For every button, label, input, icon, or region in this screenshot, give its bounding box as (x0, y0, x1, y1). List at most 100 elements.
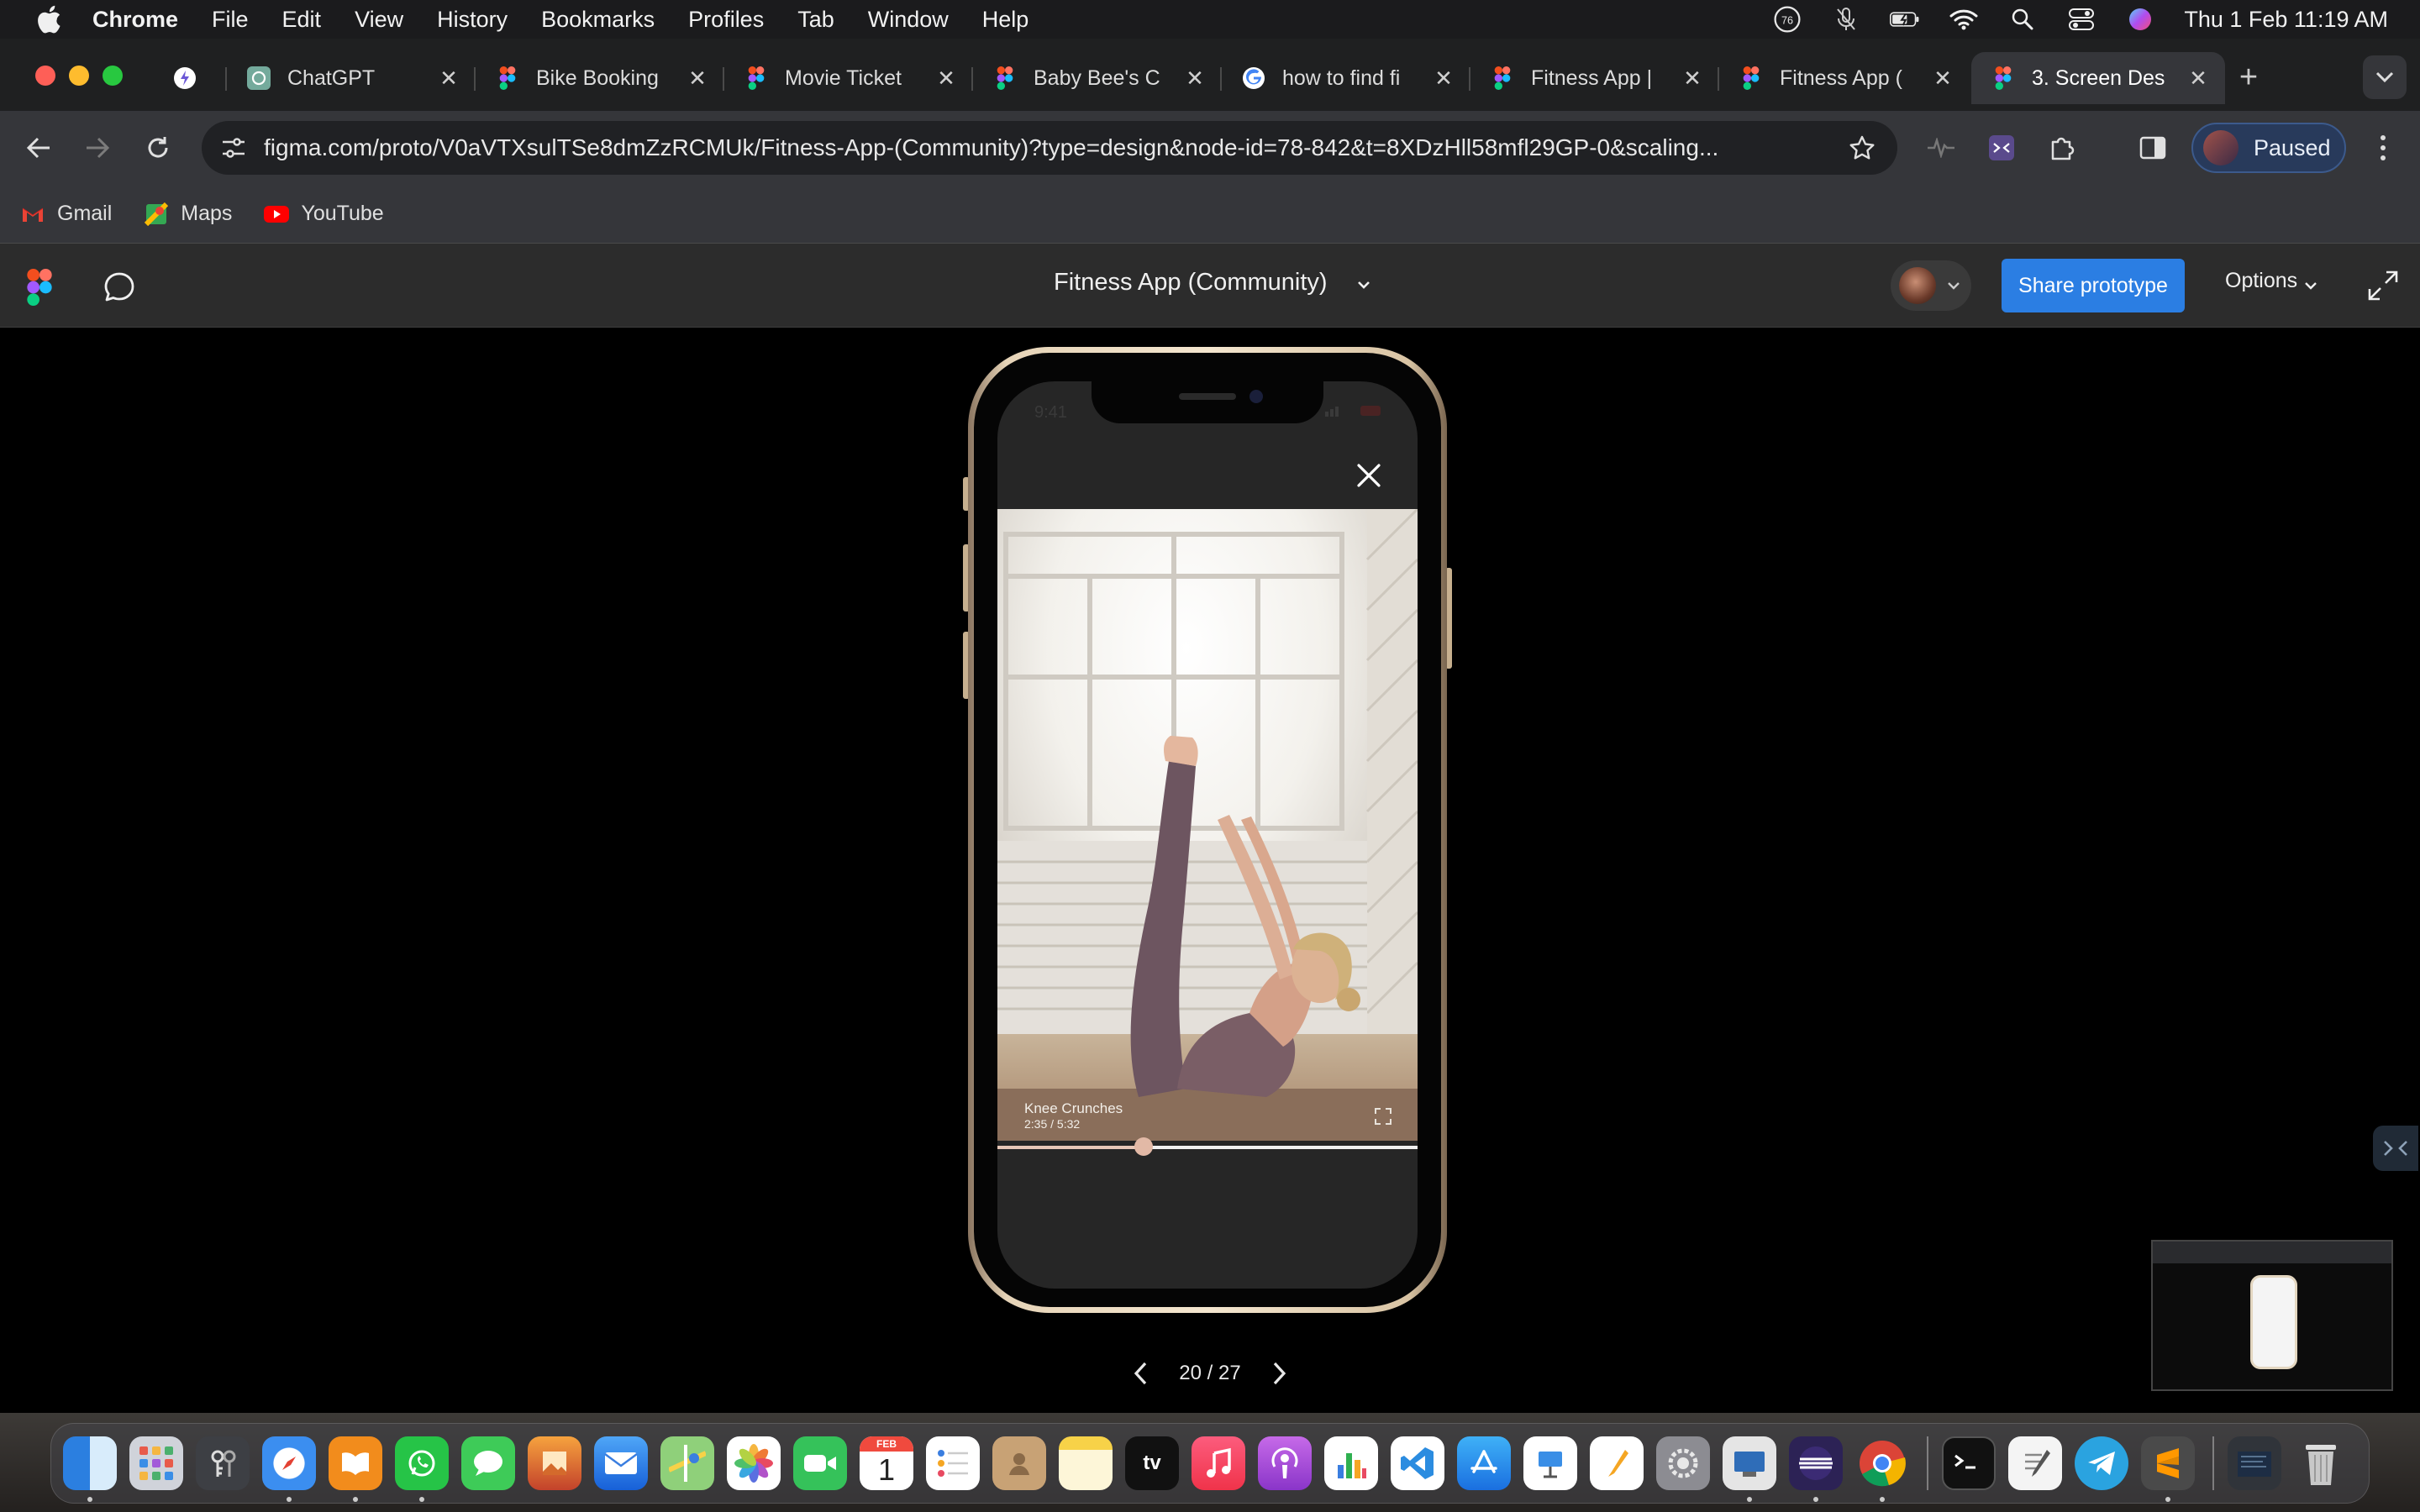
new-tab-button[interactable]: + (2232, 60, 2265, 94)
dock-system-settings-icon[interactable] (1656, 1436, 1710, 1490)
menu-view[interactable]: View (355, 7, 403, 33)
tab-bike-booking[interactable]: Bike Booking ✕ (476, 52, 724, 104)
tab-fitness-app-1[interactable]: Fitness App | ✕ (1470, 52, 1719, 104)
dock-trash-icon[interactable] (2294, 1436, 2348, 1490)
address-bar[interactable]: figma.com/proto/V0aVTXsulTSe8dmZzRCMUk/F… (202, 121, 1897, 175)
dock-reminders-icon[interactable] (926, 1436, 980, 1490)
dock-vscode-icon[interactable] (1391, 1436, 1444, 1490)
dock-keynote-icon[interactable] (1523, 1436, 1577, 1490)
mic-muted-icon[interactable] (1831, 7, 1861, 32)
dock-maps-icon[interactable] (660, 1436, 714, 1490)
dock-messages-icon[interactable] (461, 1436, 515, 1490)
dock-sublime-text-icon[interactable] (2141, 1436, 2195, 1502)
dock-preview-icon[interactable] (528, 1436, 581, 1490)
close-icon[interactable]: ✕ (1931, 66, 1954, 90)
dock-finder-icon[interactable] (63, 1436, 117, 1502)
dock-chrome-icon[interactable] (1855, 1436, 1909, 1502)
back-button[interactable] (17, 126, 60, 170)
close-video-icon[interactable] (1354, 460, 1384, 491)
close-icon[interactable]: ✕ (1183, 66, 1207, 90)
reload-button[interactable] (136, 126, 180, 170)
pulse-extension-icon[interactable] (1923, 129, 1960, 166)
dock-telegram-icon[interactable] (2075, 1436, 2128, 1490)
dock-music-icon[interactable] (1192, 1436, 1245, 1490)
dock-notes-icon[interactable] (1059, 1436, 1113, 1490)
close-icon[interactable]: ✕ (437, 66, 460, 90)
screen-share-thumbnail[interactable] (2151, 1240, 2393, 1391)
menu-edit[interactable]: Edit (282, 7, 322, 33)
tab-extension[interactable] (156, 52, 227, 104)
extensions-puzzle-icon[interactable] (2044, 129, 2081, 166)
siri-icon[interactable] (2125, 7, 2155, 32)
menu-history[interactable]: History (437, 7, 508, 33)
dock-calendar-icon[interactable]: FEB 1 (860, 1436, 913, 1490)
url-text[interactable]: figma.com/proto/V0aVTXsulTSe8dmZzRCMUk/F… (264, 134, 1844, 161)
comment-icon[interactable] (101, 269, 138, 306)
profile-button[interactable]: Paused (2191, 123, 2346, 173)
previous-frame-button[interactable] (1126, 1359, 1155, 1388)
dock-textedit-icon[interactable] (2008, 1436, 2062, 1490)
menu-help[interactable]: Help (982, 7, 1029, 33)
dock-downloads-stack-icon[interactable] (2228, 1436, 2281, 1490)
video-progress-bar[interactable] (997, 1137, 1418, 1156)
forward-button[interactable] (76, 126, 119, 170)
tab-chatgpt[interactable]: ChatGPT ✕ (227, 52, 476, 104)
floating-extension-button[interactable] (2373, 1126, 2418, 1171)
tab-fitness-app-2[interactable]: Fitness App ( ✕ (1719, 52, 1970, 104)
fullscreen-expand-icon[interactable] (2366, 269, 2400, 302)
figma-logo-icon[interactable] (27, 269, 52, 306)
tab-screen-design-active[interactable]: 3. Screen Des ✕ (1971, 52, 2225, 104)
dock-books-icon[interactable] (329, 1436, 382, 1502)
dock-terminal-icon[interactable] (1942, 1436, 1996, 1490)
dock-numbers-icon[interactable] (1324, 1436, 1378, 1490)
menu-tab[interactable]: Tab (797, 7, 834, 33)
close-icon[interactable]: ✕ (686, 66, 709, 90)
control-center-icon[interactable] (2066, 7, 2096, 32)
tab-movie-ticket[interactable]: Movie Ticket ✕ (724, 52, 973, 104)
bookmark-maps[interactable]: Maps (144, 202, 232, 227)
dock-pages-icon[interactable] (1590, 1436, 1644, 1490)
tab-baby-bees[interactable]: Baby Bee's C ✕ (973, 52, 1222, 104)
bookmark-gmail[interactable]: Gmail (20, 202, 112, 227)
close-icon[interactable]: ✕ (1432, 66, 1455, 90)
menu-bar-clock[interactable]: Thu 1 Feb 11:19 AM (2184, 7, 2388, 33)
dock-safari-icon[interactable] (262, 1436, 316, 1502)
dock-whatsapp-icon[interactable] (395, 1436, 449, 1502)
dock-eclipse-icon[interactable] (1789, 1436, 1843, 1502)
tab-google-search[interactable]: how to find fi ✕ (1222, 52, 1470, 104)
options-button[interactable]: Options (2225, 269, 2297, 293)
chrome-menu-icon[interactable] (2368, 129, 2398, 166)
close-icon[interactable]: ✕ (2186, 66, 2210, 90)
tab-search-button[interactable] (2363, 55, 2407, 99)
dock-mail-icon[interactable] (594, 1436, 648, 1490)
side-panel-icon[interactable] (2134, 129, 2171, 166)
menu-bookmarks[interactable]: Bookmarks (541, 7, 655, 33)
dock-podcasts-icon[interactable] (1258, 1436, 1312, 1490)
menu-profiles[interactable]: Profiles (688, 7, 764, 33)
menu-file[interactable]: File (212, 7, 249, 33)
video-progress-knob[interactable] (1134, 1137, 1153, 1156)
viewer-avatar-button[interactable] (1891, 260, 1971, 311)
video-fullscreen-icon[interactable] (1374, 1107, 1392, 1126)
bookmark-star-icon[interactable] (1845, 131, 1879, 165)
chevron-down-icon[interactable] (1355, 276, 1373, 294)
menu-window[interactable]: Window (868, 7, 949, 33)
dock-preview-screenshot-icon[interactable] (1723, 1436, 1776, 1502)
bookmark-youtube[interactable]: YouTube (264, 202, 384, 227)
exercise-video-player[interactable]: Knee Crunches 2:35 / 5:32 (997, 509, 1418, 1141)
window-zoom-button[interactable] (103, 66, 123, 86)
dock-keychain-icon[interactable] (196, 1436, 250, 1490)
dock-app-store-icon[interactable] (1457, 1436, 1511, 1490)
share-prototype-button[interactable]: Share prototype (2002, 259, 2185, 312)
dock-launchpad-icon[interactable] (129, 1436, 183, 1490)
file-title[interactable]: Fitness App (Community) (1054, 269, 1328, 297)
battery-icon[interactable] (1890, 7, 1920, 32)
screen-extension-icon[interactable] (1983, 129, 2020, 166)
window-close-button[interactable] (35, 66, 55, 86)
next-frame-button[interactable] (1265, 1359, 1294, 1388)
dock-photos-icon[interactable] (727, 1436, 781, 1490)
dock-facetime-icon[interactable] (793, 1436, 847, 1490)
notification-badge-icon[interactable]: 76 (1772, 6, 1802, 33)
window-minimize-button[interactable] (69, 66, 89, 86)
site-info-icon[interactable] (217, 131, 250, 165)
